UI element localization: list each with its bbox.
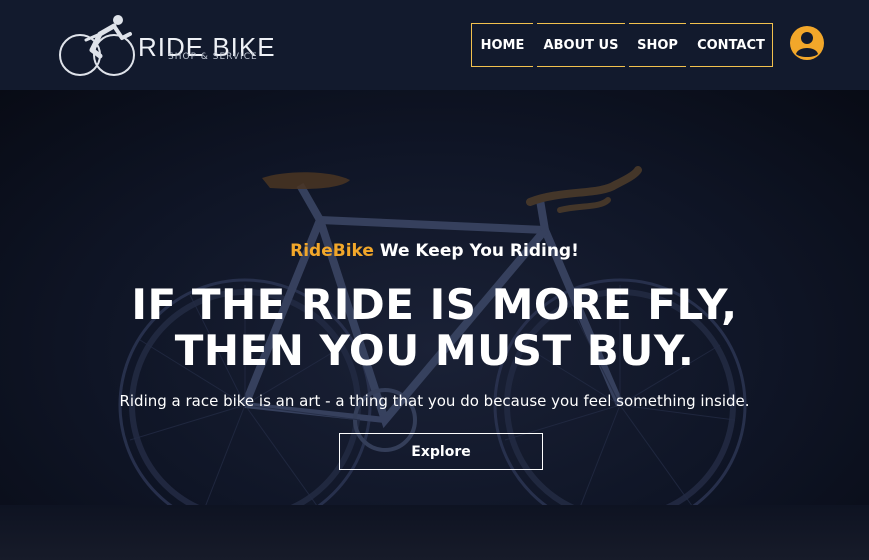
hero-subtext: Riding a race bike is an art - a thing t… [119, 392, 750, 410]
nav-shop-link[interactable]: SHOP [629, 23, 686, 67]
nav-about-us-link[interactable]: ABOUT US [537, 23, 625, 67]
nav-contact-link[interactable]: CONTACT [690, 23, 773, 67]
nav-home-link[interactable]: HOME [471, 23, 533, 67]
hero-section: RideBike We Keep You Riding! IF THE RIDE… [0, 90, 869, 560]
site-header: RIDE BIKE SHOP & SERVICE HOME ABOUT US S… [0, 0, 869, 90]
hero-tagline: RideBike We Keep You Riding! [0, 241, 869, 261]
explore-button[interactable]: Explore [339, 433, 543, 470]
logo-subtitle: SHOP & SERVICE [168, 52, 258, 62]
tagline-brand: RideBike [290, 241, 374, 261]
headline-line-2: THEN YOU MUST BUY. [174, 326, 695, 375]
hero-headline: IF THE RIDE IS MORE FLY, THEN YOU MUST B… [0, 282, 869, 374]
cyclist-logo-icon [59, 15, 135, 76]
headline-line-1: IF THE RIDE IS MORE FLY, [131, 280, 738, 329]
main-nav: HOME ABOUT US SHOP CONTACT [471, 23, 773, 67]
tagline-rest: We Keep You Riding! [373, 241, 579, 261]
user-account-icon[interactable] [789, 25, 825, 61]
logo[interactable]: RIDE BIKE SHOP & SERVICE [56, 10, 296, 76]
hero-floor [0, 505, 869, 560]
